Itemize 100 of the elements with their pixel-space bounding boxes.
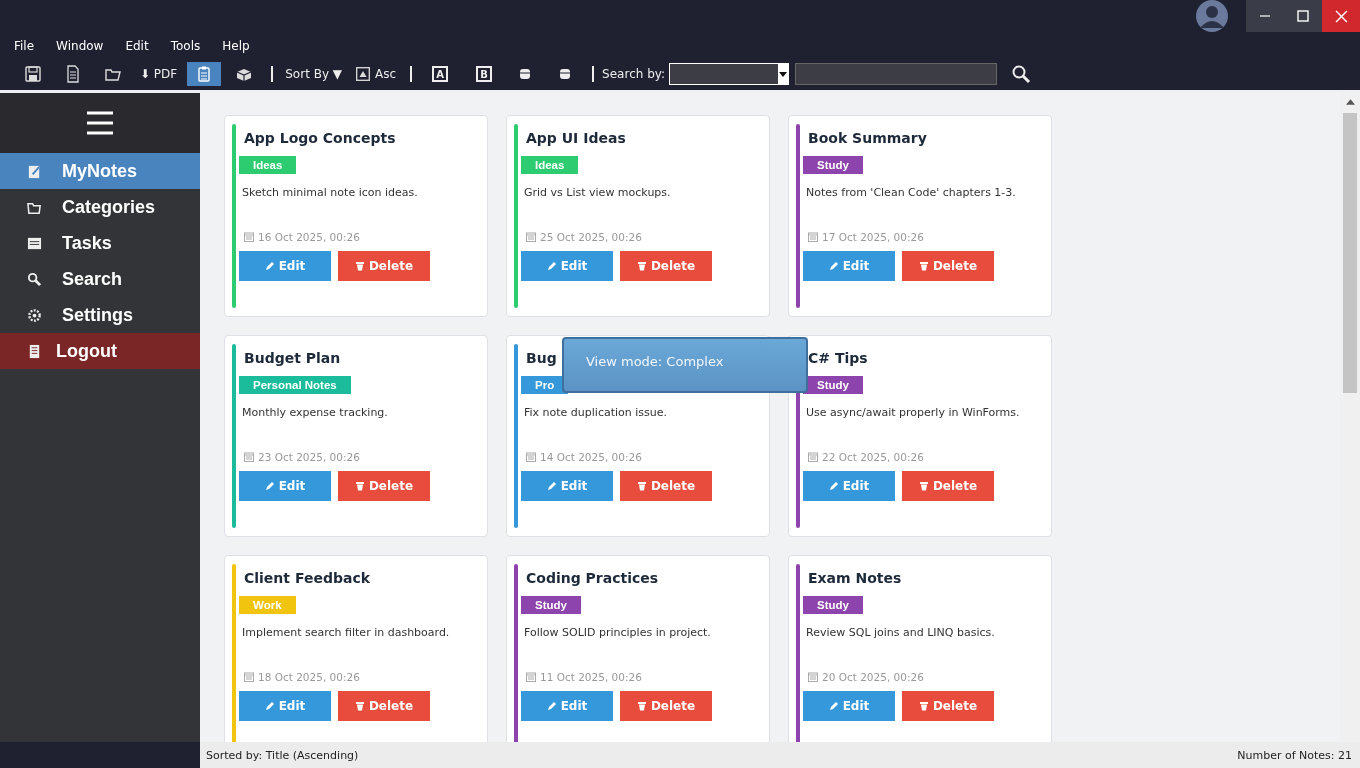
delete-button[interactable]: Delete [338,691,430,721]
pencil-icon [828,481,839,491]
note-title: App UI Ideas [526,130,626,148]
note-title: Client Feedback [244,570,370,588]
delete-button[interactable]: Delete [902,251,994,281]
pencil-icon [264,481,275,491]
format-button[interactable]: A [432,66,449,82]
delete-button[interactable]: Delete [338,251,430,281]
pencil-icon [264,701,275,711]
note-text: Monthly expense tracking. [242,406,388,421]
list-icon [27,235,42,251]
close-button[interactable] [1322,0,1360,32]
maximize-button[interactable] [1284,0,1322,32]
save-icon [24,65,42,83]
export-button[interactable]: ⬇ PDF [136,62,182,86]
note-text: Follow SOLID principles in project. [524,626,711,641]
edit-button[interactable]: Edit [521,471,613,501]
note-title: C# Tips [808,350,868,368]
note-title: Budget Plan [244,350,341,368]
edit-button[interactable]: Edit [521,251,613,281]
note-date: 22 Oct 2025, 00:26 [822,451,924,463]
trash-icon [918,261,929,271]
edit-button[interactable]: Edit [239,471,331,501]
search-label: Search by: [602,67,666,81]
search-icon [27,271,42,287]
close-icon [1334,9,1348,23]
document-icon [64,65,82,83]
menu-item[interactable]: Window [56,39,104,53]
note-date: 25 Oct 2025, 00:26 [540,231,642,243]
tooltip: View mode: Complex [562,337,808,393]
menu-item[interactable]: Help [222,39,250,53]
trash-icon [636,261,647,271]
maximize-icon [1297,10,1309,22]
avatar[interactable] [1196,0,1228,32]
edit-button[interactable]: Edit [239,691,331,721]
edit-button[interactable]: Edit [803,691,895,721]
sidebar-item[interactable]: Settings [0,297,200,333]
trash-icon [636,701,647,711]
order-button[interactable]: Asc [352,62,401,86]
trash-icon [918,701,929,711]
clipboard-button[interactable] [187,62,222,86]
edit-button[interactable]: Edit [239,251,331,281]
note-title: Coding Practices [526,570,659,588]
category-tag: Study [803,596,863,614]
category-tag: Personal Notes [239,376,351,394]
search-field[interactable] [795,63,998,85]
delete-button[interactable]: Delete [620,471,712,501]
calendar-icon [808,232,818,242]
note-title: Bug [526,350,557,368]
category-tag: Study [803,156,863,174]
menu-item[interactable]: File [14,39,35,53]
note-date: 23 Oct 2025, 00:26 [258,451,360,463]
pencil-icon [828,261,839,271]
note-title: Book Summary [808,130,927,148]
category-tag: Study [803,376,863,394]
trash-icon [636,481,647,491]
logout-button[interactable]: Logout [0,333,200,369]
delete-button[interactable]: Delete [620,691,712,721]
sidebar-item[interactable]: Tasks [0,225,200,261]
scroll-up-icon[interactable] [1345,99,1355,105]
pencil-icon [546,481,557,491]
pencil-icon [546,261,557,271]
trash-icon [918,481,929,491]
calendar-icon [244,232,254,242]
note-text: Sketch minimal note icon ideas. [242,186,418,201]
format-button[interactable]: B [476,66,493,82]
edit-button[interactable]: Edit [803,471,895,501]
menu-item[interactable]: Edit [125,39,149,53]
calendar-icon [526,452,536,462]
pencil-icon [828,701,839,711]
scrollbar-thumb[interactable] [1343,113,1357,393]
sidebar-item[interactable]: Categories [0,189,200,225]
edit-icon [27,163,42,179]
menu-icon[interactable] [87,111,113,135]
delete-button[interactable]: Delete [902,691,994,721]
calendar-icon [808,672,818,682]
category-tag: Work [239,596,296,614]
delete-button[interactable]: Delete [620,251,712,281]
pencil-icon [264,261,275,271]
sidebar-item[interactable]: Search [0,261,200,297]
note-title: Exam Notes [808,570,902,588]
calendar-icon [526,232,536,242]
note-date: 14 Oct 2025, 00:26 [540,451,642,463]
note-date: 11 Oct 2025, 00:26 [540,671,642,683]
note-title: App Logo Concepts [244,130,396,148]
trash-icon [354,261,365,271]
search-icon[interactable] [1011,64,1032,84]
note-date: 20 Oct 2025, 00:26 [822,671,924,683]
menu-item[interactable]: Tools [170,39,201,53]
delete-button[interactable]: Delete [902,471,994,501]
sort-button[interactable]: Sort By ▼ [281,62,347,86]
sidebar-item[interactable]: MyNotes [0,153,200,189]
delete-button[interactable]: Delete [338,471,430,501]
edit-button[interactable]: Edit [803,251,895,281]
search-by-dropdown[interactable] [669,63,790,85]
edit-button[interactable]: Edit [521,691,613,721]
calendar-icon [244,672,254,682]
gear-icon [27,307,42,323]
note-text: Notes from 'Clean Code' chapters 1-3. [806,186,1016,201]
note-text: Review SQL joins and LINQ basics. [806,626,995,641]
